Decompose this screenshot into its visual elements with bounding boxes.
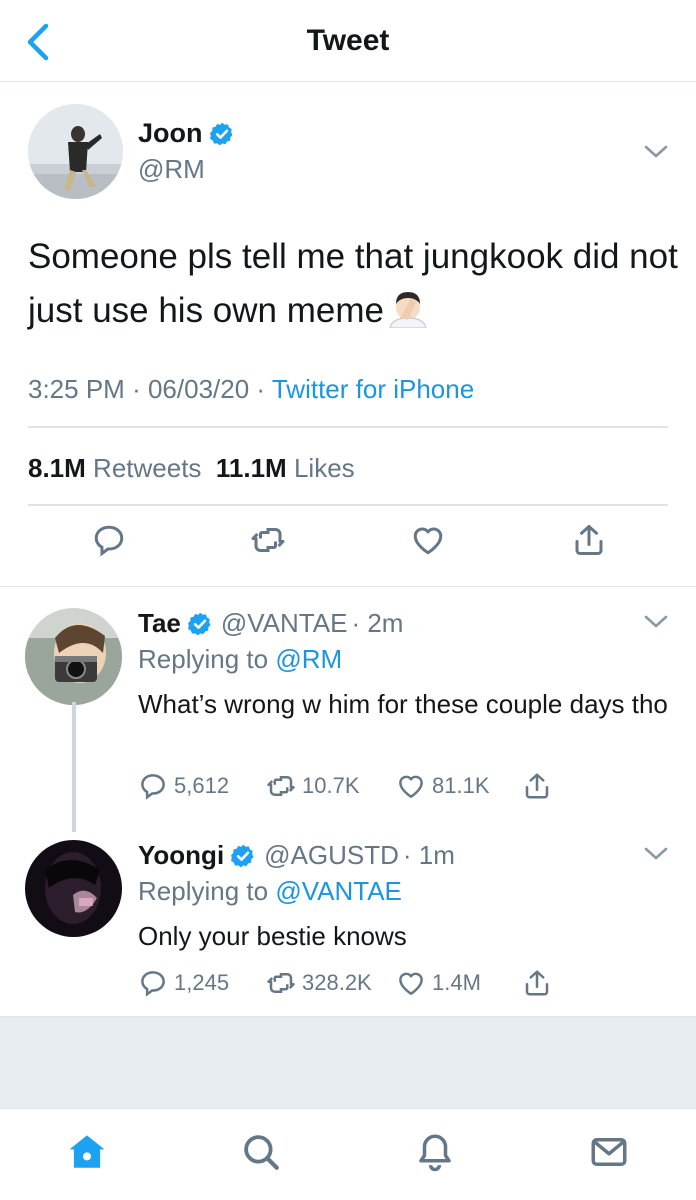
reply-action-bar: 5,612 10.7K 81.1K: [138, 771, 678, 805]
tweet-stats: 8.1M Retweets 11.1M Likes: [28, 453, 355, 484]
chevron-down-icon[interactable]: [643, 846, 669, 862]
empty-feed-area: [0, 1016, 696, 1108]
like-icon[interactable]: [410, 522, 446, 558]
author-name-row: Joon: [138, 118, 235, 149]
retweet-icon: [267, 973, 295, 993]
retweet-action[interactable]: 328.2K: [266, 968, 372, 998]
verified-badge-icon: [209, 122, 233, 145]
replying-label: Replying to: [138, 644, 269, 674]
share-icon[interactable]: [571, 522, 607, 558]
reply-time: · 2m: [351, 608, 404, 638]
meta-separator: ·: [256, 374, 266, 404]
avatar[interactable]: [25, 840, 122, 937]
top-nav-bar: Tweet: [0, 0, 696, 82]
share-action[interactable]: [522, 968, 558, 998]
share-action[interactable]: [522, 771, 558, 801]
likes-count[interactable]: 11.1M: [216, 453, 287, 483]
author-handle[interactable]: @RM: [138, 154, 205, 185]
retweet-icon: [267, 776, 295, 796]
tweet-action-bar: [0, 522, 696, 572]
like-action[interactable]: 1.4M: [396, 968, 481, 998]
tweet-body: Someone pls tell me that jungkook did no…: [28, 237, 678, 330]
search-icon[interactable]: [240, 1131, 282, 1173]
tweet-meta: 3:25 PM · 06/03/20 · Twitter for iPhone: [28, 374, 474, 405]
avatar[interactable]: [25, 608, 122, 705]
meta-separator: ·: [132, 374, 141, 404]
verified-badge-icon: [231, 844, 254, 867]
reply-text: Only your bestie knows: [138, 921, 407, 951]
reply-action[interactable]: 1,245: [138, 968, 229, 998]
share-icon: [525, 970, 549, 996]
chevron-down-icon[interactable]: [643, 144, 669, 160]
retweets-count[interactable]: 8.1M: [28, 453, 86, 483]
avatar[interactable]: [28, 104, 123, 199]
reply-author-handle[interactable]: @AGUSTD: [264, 840, 399, 871]
replying-label: Replying to: [138, 876, 269, 906]
author-name[interactable]: Joon: [138, 118, 203, 149]
reply-text: What’s wrong w him for these couple days…: [138, 689, 668, 719]
reply-tweet[interactable]: Yoongi @AGUSTD · 1m Replying to @VANTAE …: [0, 818, 696, 1016]
reply-count: 1,245: [174, 970, 230, 995]
retweets-label[interactable]: Retweets: [93, 453, 201, 483]
like-count: 81.1K: [432, 773, 490, 798]
reply-icon: [141, 971, 165, 997]
messages-icon[interactable]: [588, 1131, 630, 1173]
thread-line: [72, 702, 76, 832]
reply-count: 5,612: [174, 773, 230, 798]
reply-action[interactable]: 5,612: [138, 771, 229, 801]
tweet-time: 3:25 PM: [28, 374, 125, 404]
reply-author-handle[interactable]: @VANTAE: [221, 608, 348, 639]
tweet-date: 06/03/20: [147, 374, 250, 404]
like-action[interactable]: 81.1K: [396, 771, 490, 801]
retweet-count: 328.2K: [302, 970, 372, 995]
reply-icon[interactable]: [91, 522, 127, 558]
likes-label[interactable]: Likes: [294, 453, 355, 483]
reply-action-bar: 1,245 328.2K 1.4M: [138, 968, 678, 1002]
reply-author-name[interactable]: Tae: [138, 608, 181, 639]
reply-author-name[interactable]: Yoongi: [138, 840, 224, 871]
verified-badge-icon: [187, 612, 211, 635]
retweet-action[interactable]: 10.7K: [266, 771, 360, 801]
retweet-count: 10.7K: [302, 773, 360, 798]
reply-header: Yoongi @AGUSTD · 1m: [138, 840, 455, 871]
tweet-text: Someone pls tell me that jungkook did no…: [28, 230, 678, 338]
replying-to-line: Replying to @RM: [138, 644, 342, 675]
tweet-source-link[interactable]: Twitter for iPhone: [272, 374, 474, 404]
reply-header: Tae @VANTAE · 2m: [138, 608, 403, 639]
notifications-icon[interactable]: [414, 1131, 456, 1173]
replying-to-line: Replying to @VANTAE: [138, 876, 402, 907]
like-icon: [399, 775, 423, 798]
chevron-down-icon[interactable]: [643, 614, 669, 630]
reply-time: · 1m: [402, 840, 455, 870]
page-title: Tweet: [306, 24, 390, 57]
share-icon: [525, 773, 549, 799]
like-icon: [399, 972, 423, 995]
replying-to-handle[interactable]: @VANTAE: [275, 876, 402, 906]
reply-tweet[interactable]: Tae @VANTAE · 2m Replying to @RM What’s …: [0, 588, 696, 832]
reply-icon: [141, 774, 165, 800]
replying-to-handle[interactable]: @RM: [275, 644, 342, 674]
divider: [28, 426, 668, 428]
main-tweet: Joon @RM Someone pls tell me that jungko…: [0, 82, 696, 587]
bottom-tab-bar: [0, 1108, 696, 1200]
retweet-icon[interactable]: [250, 522, 286, 558]
facepalm-emoji-icon: [389, 292, 427, 328]
home-icon[interactable]: [66, 1131, 108, 1173]
divider: [28, 504, 668, 506]
like-count: 1.4M: [432, 970, 481, 995]
